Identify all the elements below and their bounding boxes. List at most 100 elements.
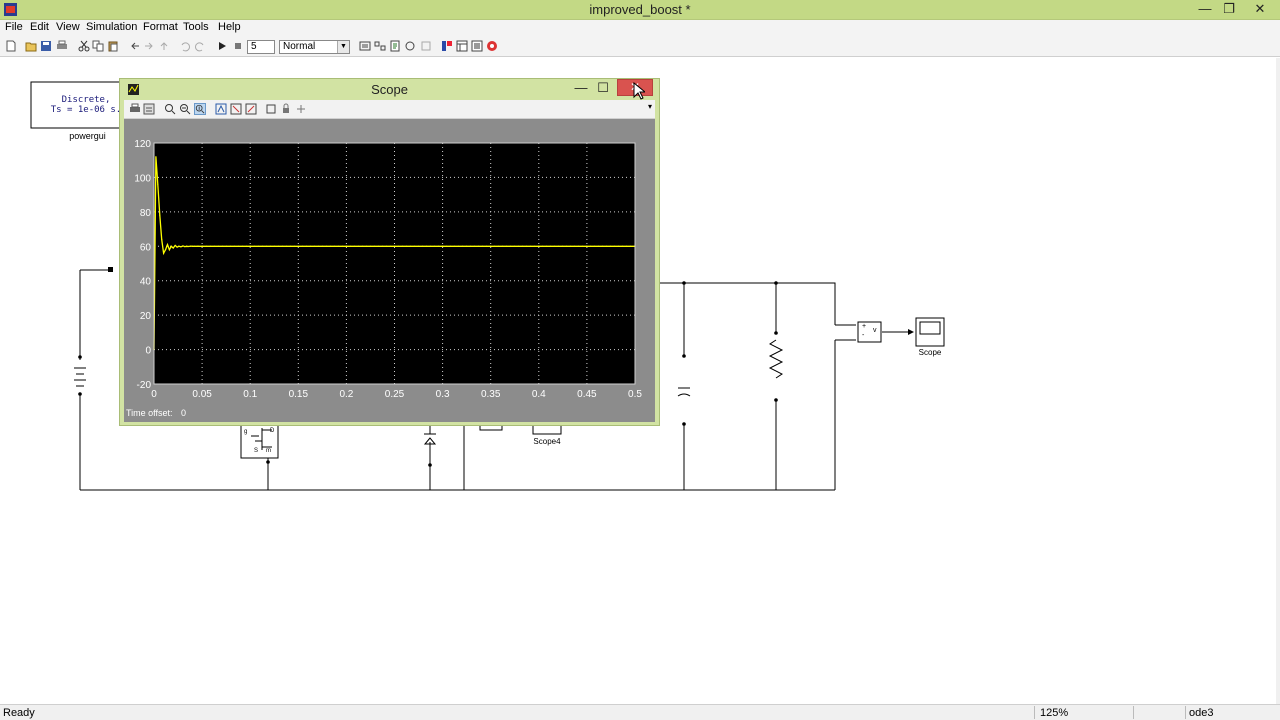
up-icon[interactable] [158,40,170,52]
time-offset-label: Time offset: [126,408,173,418]
status-text: Ready [3,707,35,719]
scope-title-bar[interactable]: Scope — ☐ ✕ [120,79,659,99]
stop-icon[interactable] [232,40,244,52]
x-tick-label: 0.3 [436,389,450,400]
scope-minimize-button[interactable]: — [570,79,592,98]
series-point [157,183,159,185]
debugger-icon[interactable] [486,40,498,52]
save-axes-icon[interactable] [230,103,242,115]
lock-axes-icon[interactable] [280,103,292,115]
scope-maximize-button[interactable]: ☐ [592,79,614,98]
cut-icon[interactable] [78,40,90,52]
mosfet-m: m [266,448,271,454]
series-point [249,245,251,247]
scope-plot-area[interactable]: 0 0.05 0.1 0.15 0.2 0.25 0.3 0.35 0.4 0.45 0.5 -20 0… [124,119,655,422]
close-button[interactable]: ✕ [1240,0,1280,19]
copy-icon[interactable] [92,40,104,52]
x-tick-label: 0 [151,389,157,400]
series-point [159,214,161,216]
series-point [196,245,198,247]
debug-icon[interactable] [404,40,416,52]
model-explorer-icon[interactable] [456,40,468,52]
y-tick-label: 100 [134,173,151,184]
series-point [345,245,347,247]
minimize-button[interactable]: — [1192,0,1218,19]
zoom-in-icon[interactable] [164,103,176,115]
mosfet-g: g [244,429,248,435]
y-tick-label: 120 [134,139,151,150]
signal-selection-icon[interactable] [295,103,307,115]
x-tick-label: 0.35 [481,389,501,400]
series-point [538,245,540,247]
library-browser-icon[interactable] [441,40,453,52]
menu-edit[interactable]: Edit [30,21,49,33]
series-point [170,245,172,247]
vertical-scrollbar[interactable] [1276,58,1280,704]
open-icon[interactable] [25,40,37,52]
mosfet-d: D [270,428,275,434]
time-offset-value: 0 [181,408,187,418]
save-icon[interactable] [40,40,52,52]
model-browser-icon[interactable] [471,40,483,52]
x-tick-label: 0.2 [339,389,353,400]
restore-axes-icon[interactable] [245,103,257,115]
voltmeter-minus: - [862,332,865,339]
back-icon[interactable] [129,40,141,52]
scope-chart[interactable]: 0 0.05 0.1 0.15 0.2 0.25 0.3 0.35 0.4 0.45 0.5-200… [124,119,655,404]
x-tick-label: 0.15 [289,389,309,400]
x-tick-label: 0.05 [192,389,212,400]
series-point [189,245,192,247]
series-point [178,245,180,247]
menu-view[interactable]: View [56,21,80,33]
update-diagram-icon[interactable] [374,40,386,52]
menu-file[interactable]: File [5,21,23,33]
undo-icon[interactable] [179,40,191,52]
series-point [166,243,169,246]
scope-toolbar-chevron-icon[interactable]: ▾ [648,102,652,111]
series-point [188,245,190,248]
autoscale-icon[interactable] [215,103,227,115]
series-point [186,245,188,247]
restore-button[interactable]: ❐ [1216,0,1242,19]
series-point [164,249,167,251]
scope-parameters-icon[interactable] [143,103,155,115]
new-model-icon[interactable] [5,40,17,52]
x-tick-label: 0.25 [385,389,405,400]
x-tick-label: 0.5 [628,389,642,400]
build-icon[interactable] [359,40,371,52]
series-point [201,245,203,247]
floating-scope-icon[interactable] [265,103,277,115]
zoom-x-icon[interactable] [179,103,191,115]
menu-format[interactable]: Format [143,21,178,33]
model-advisor-icon[interactable] [389,40,401,52]
series-point [155,156,157,158]
y-tick-label: 0 [145,346,151,357]
series-point [176,246,178,248]
menu-tools[interactable]: Tools [183,21,209,33]
series-point [182,245,184,247]
stop-time-input[interactable]: 5 [247,40,275,54]
scope-block-label: Scope [918,348,942,357]
x-tick-label: 0.45 [577,389,597,400]
paste-icon[interactable] [107,40,119,52]
toolbar [0,37,1280,57]
scope-print-icon[interactable] [129,103,141,115]
menu-help[interactable]: Help [218,21,241,33]
chevron-down-icon[interactable]: ▼ [337,41,349,53]
x-tick-label: 0.1 [243,389,257,400]
refresh-icon[interactable] [420,40,432,52]
voltmeter-plus: + [862,323,867,330]
redo-icon[interactable] [194,40,206,52]
simulation-mode-select[interactable]: Normal ▼ [279,40,350,54]
print-icon[interactable] [56,40,68,52]
menu-simulation[interactable]: Simulation [86,21,137,33]
scope-window[interactable]: Scope — ☐ ✕ ▾ 0 0.05 0.1 0.15 0.2 0.25 0.3 0.35… [119,78,660,426]
solver-name: ode3 [1189,707,1214,719]
run-icon[interactable] [216,40,228,52]
time-offset: Time offset: 0 [126,408,192,418]
status-bar: Ready 125% ode3 [0,704,1280,720]
y-tick-label: 60 [140,242,152,253]
zoom-y-icon[interactable] [194,103,206,115]
forward-icon[interactable] [143,40,155,52]
mouse-cursor-icon [633,82,645,100]
